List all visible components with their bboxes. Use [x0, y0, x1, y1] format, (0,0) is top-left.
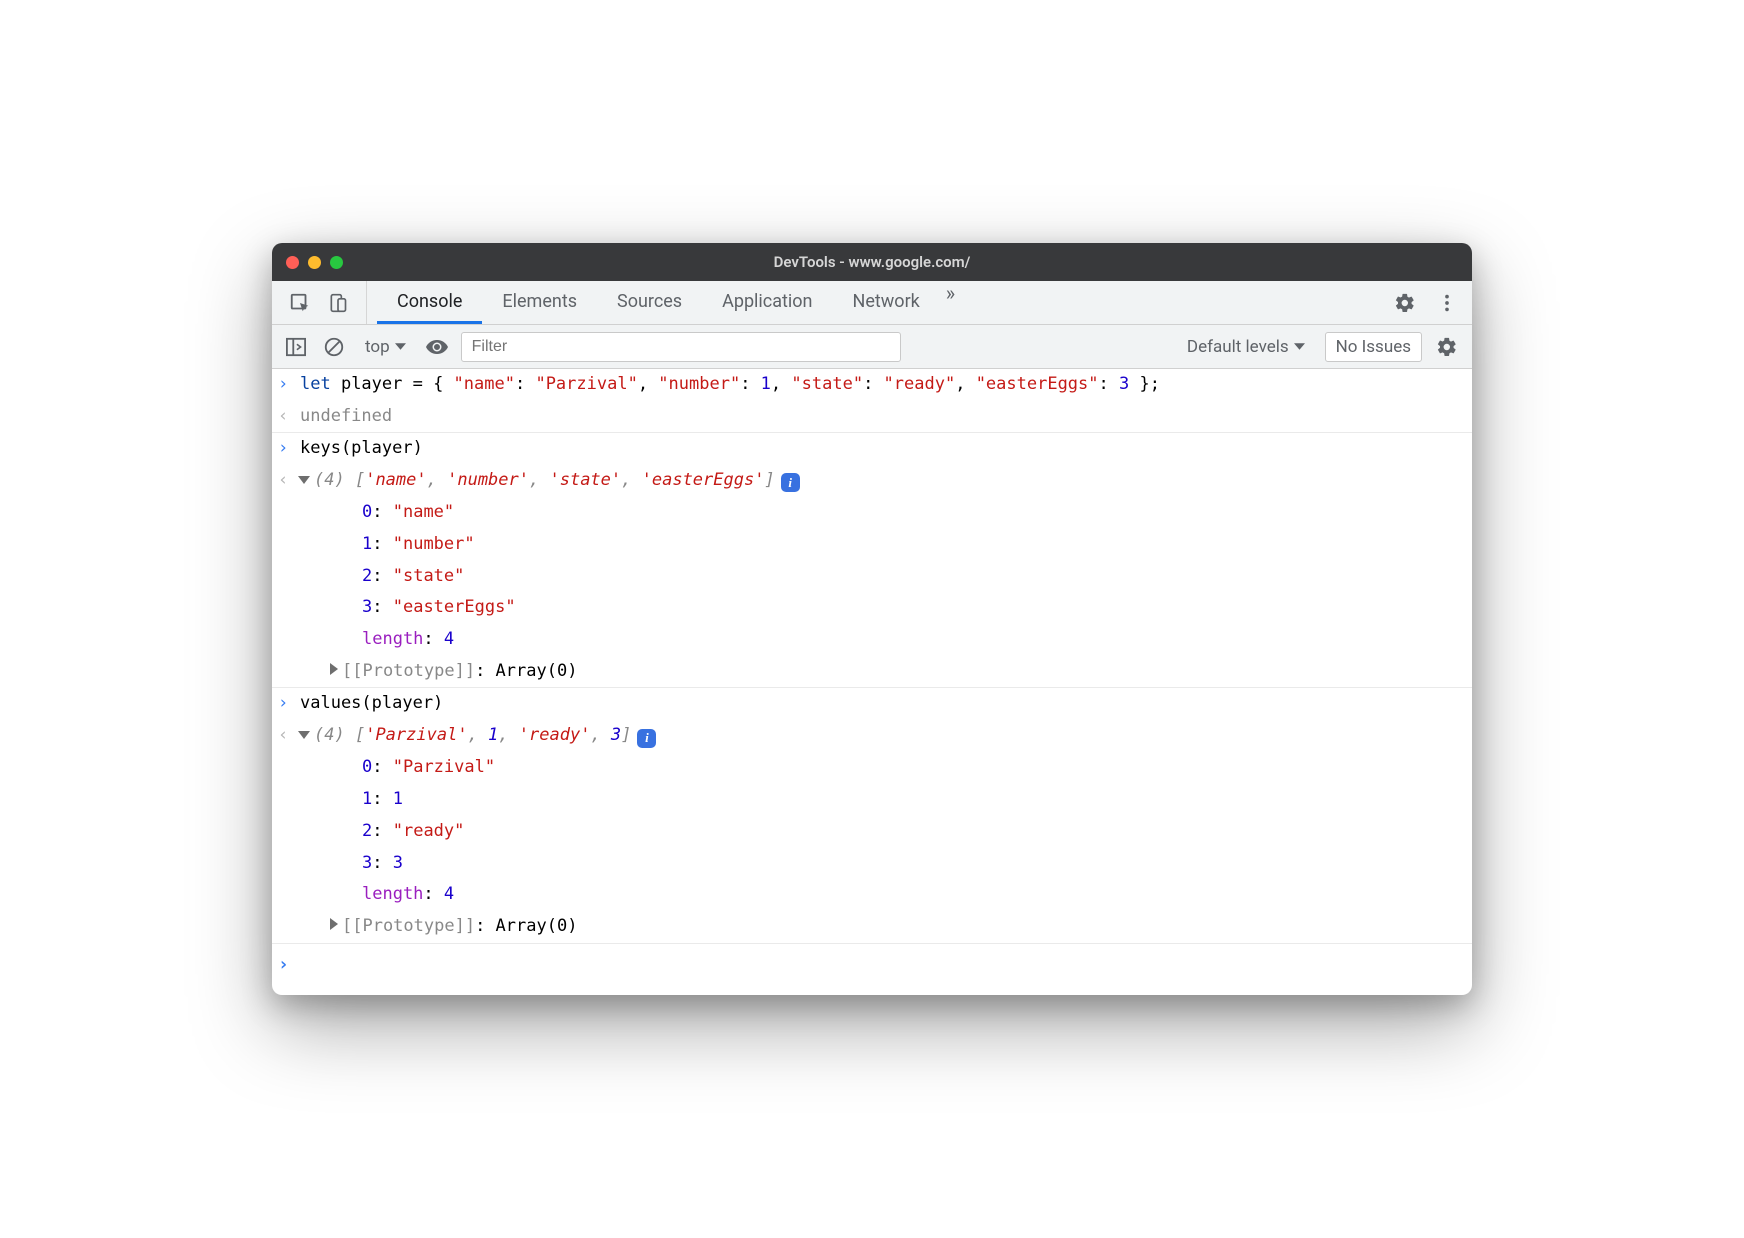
tab-network[interactable]: Network — [833, 281, 940, 324]
levels-label: Default levels — [1187, 337, 1289, 357]
expand-toggle-icon[interactable] — [298, 731, 310, 739]
result-undefined: undefined — [300, 402, 1462, 431]
console-result-row: ‹ undefined — [272, 401, 1472, 433]
maximize-button[interactable] — [330, 256, 343, 269]
prototype-row: [[Prototype]]: Array(0) — [272, 911, 1472, 943]
console-sidebar-toggle-icon[interactable] — [282, 333, 310, 361]
console-result-row: ‹ (4) ['name', 'number', 'state', 'easte… — [272, 465, 1472, 497]
kebab-menu-icon[interactable] — [1432, 288, 1462, 318]
inspect-element-icon[interactable] — [286, 289, 314, 317]
window-title: DevTools - www.google.com/ — [272, 253, 1472, 271]
info-icon[interactable]: i — [637, 729, 656, 748]
array-item-row: 3: "easterEggs" — [272, 592, 1472, 624]
issues-label: No Issues — [1336, 337, 1411, 357]
chevron-down-icon — [1294, 341, 1305, 352]
more-tabs-icon[interactable]: » — [940, 281, 961, 324]
device-toolbar-icon[interactable] — [324, 289, 352, 317]
array-item-row: 0: "Parzival" — [272, 752, 1472, 784]
close-button[interactable] — [286, 256, 299, 269]
console-toolbar: top Default levels No Issues — [272, 325, 1472, 369]
array-summary[interactable]: (4) ['name', 'number', 'state', 'easterE… — [300, 466, 1462, 495]
console-prompt[interactable]: › — [272, 943, 1472, 995]
code-line[interactable]: values(player) — [300, 689, 1462, 718]
console-input-row: › values(player) — [272, 688, 1472, 720]
tab-elements[interactable]: Elements — [482, 281, 597, 324]
code-line[interactable]: let player = { "name": "Parzival", "numb… — [300, 370, 1462, 399]
array-length-row: length: 4 — [272, 879, 1472, 911]
devtools-tabbar: Console Elements Sources Application Net… — [272, 281, 1472, 325]
prompt-marker-icon: › — [278, 954, 289, 975]
clear-console-icon[interactable] — [320, 333, 348, 361]
info-icon[interactable]: i — [781, 473, 800, 492]
devtools-window: DevTools - www.google.com/ Console Eleme… — [272, 243, 1472, 995]
input-marker-icon: › — [278, 689, 300, 718]
array-item-row: 3: 3 — [272, 848, 1472, 880]
array-item-row: 2: "ready" — [272, 816, 1472, 848]
expand-toggle-icon[interactable] — [298, 476, 310, 484]
code-line[interactable]: keys(player) — [300, 434, 1462, 463]
input-marker-icon: › — [278, 370, 300, 399]
tab-application[interactable]: Application — [702, 281, 832, 324]
console-output: › let player = { "name": "Parzival", "nu… — [272, 369, 1472, 995]
console-input-row: › let player = { "name": "Parzival", "nu… — [272, 369, 1472, 401]
chevron-down-icon — [395, 341, 406, 352]
array-item-row: 2: "state" — [272, 561, 1472, 593]
live-expression-icon[interactable] — [423, 333, 451, 361]
filter-input[interactable] — [461, 332, 901, 362]
result-marker-icon: ‹ — [278, 721, 300, 750]
settings-icon[interactable] — [1390, 288, 1420, 318]
issues-button[interactable]: No Issues — [1325, 332, 1422, 362]
input-marker-icon: › — [278, 434, 300, 463]
console-settings-icon[interactable] — [1432, 332, 1462, 362]
console-input-row: › keys(player) — [272, 433, 1472, 465]
console-result-row: ‹ (4) ['Parzival', 1, 'ready', 3]i — [272, 720, 1472, 752]
array-item-row: 1: 1 — [272, 784, 1472, 816]
expand-toggle-icon[interactable] — [330, 918, 338, 930]
tab-sources[interactable]: Sources — [597, 281, 702, 324]
context-label: top — [365, 337, 390, 357]
array-item-row: 1: "number" — [272, 529, 1472, 561]
array-length-row: length: 4 — [272, 624, 1472, 656]
array-item-row: 0: "name" — [272, 497, 1472, 529]
minimize-button[interactable] — [308, 256, 321, 269]
execution-context-selector[interactable]: top — [358, 333, 413, 361]
expand-toggle-icon[interactable] — [330, 663, 338, 675]
titlebar: DevTools - www.google.com/ — [272, 243, 1472, 281]
result-marker-icon: ‹ — [278, 402, 300, 431]
window-controls — [286, 256, 343, 269]
prototype-row: [[Prototype]]: Array(0) — [272, 656, 1472, 688]
tab-console[interactable]: Console — [377, 281, 482, 324]
log-levels-selector[interactable]: Default levels — [1177, 333, 1315, 361]
result-marker-icon: ‹ — [278, 466, 300, 495]
array-summary[interactable]: (4) ['Parzival', 1, 'ready', 3]i — [300, 721, 1462, 750]
